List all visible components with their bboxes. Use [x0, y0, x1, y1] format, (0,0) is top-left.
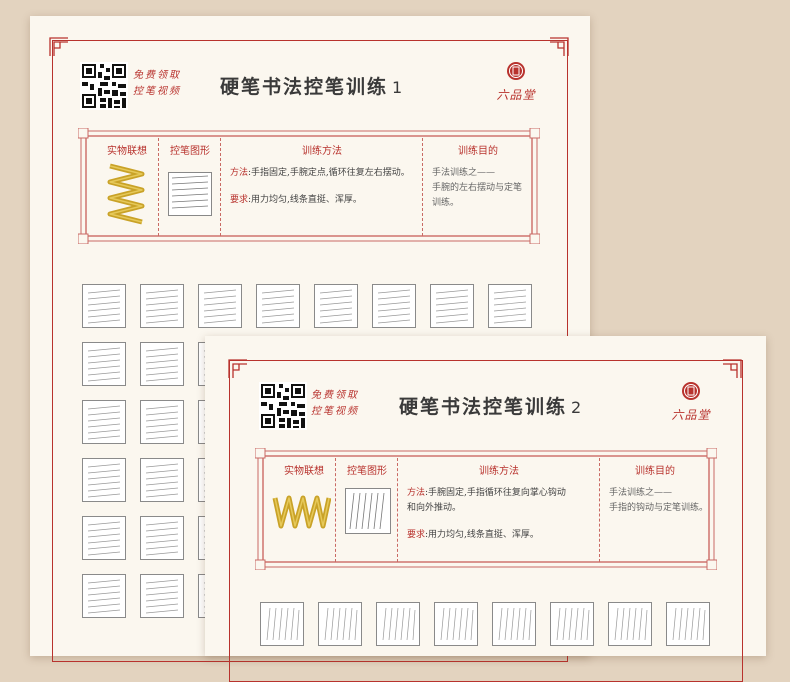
practice-box — [488, 284, 532, 328]
column-divider — [397, 458, 398, 562]
method-text-block: 方法:手指固定,手腕定点,循环往复左右摆动。 要求:用力均匀,线条直挺、浑厚。 — [230, 166, 420, 208]
purpose-line: 手法训练之—— — [432, 168, 496, 178]
practice-box — [82, 516, 126, 560]
practice-box — [140, 574, 184, 618]
column-divider — [422, 138, 423, 236]
require-text: :用力均匀,线条直挺、浑厚。 — [248, 195, 362, 205]
brand-logo: 六品堂 — [492, 60, 540, 102]
practice-box — [82, 400, 126, 444]
practice-box — [430, 284, 474, 328]
practice-box — [314, 284, 358, 328]
method-text: :手指固定,手腕定点,循环往复左右摆动。 — [248, 168, 410, 178]
brand-logo: 六品堂 — [667, 380, 715, 422]
zigzag-spring-icon — [272, 495, 331, 529]
stroke-shape-sample — [168, 172, 212, 216]
purpose-line: 手指的钩动与定笔训练。 — [609, 503, 709, 513]
corner-ornament-icon — [723, 359, 742, 378]
brand-name: 六品堂 — [671, 408, 711, 422]
practice-box — [376, 602, 420, 646]
instruction-table: 实物联想 控笔图形 训练方法 训练目的 方法:手腕固定,手指循环往复向掌心钩动 … — [255, 448, 717, 570]
qr-caption-line1: 免费领取 — [311, 390, 359, 401]
title-text: 硬笔书法控笔训练 — [220, 76, 389, 98]
practice-box — [82, 574, 126, 618]
purpose-text-block: 手法训练之—— 手腕的左右摆动与定笔 训练。 — [432, 166, 532, 211]
practice-box — [256, 284, 300, 328]
title-number: 1 — [392, 78, 405, 97]
brand-seal-icon — [682, 382, 700, 400]
purpose-line: 手法训练之—— — [609, 488, 673, 498]
practice-box — [140, 458, 184, 502]
purpose-line: 手腕的左右摆动与定笔 — [432, 183, 523, 193]
practice-box — [140, 516, 184, 560]
header-purpose: 训练目的 — [458, 146, 498, 157]
qr-caption-line2: 控笔视频 — [311, 406, 359, 417]
column-divider — [220, 138, 221, 236]
instruction-table: 实物联想 控笔图形 训练方法 训练目的 方法:手指固定,手腕定点,循环往复左右摆… — [78, 128, 540, 244]
header-method: 训练方法 — [302, 146, 342, 157]
header-object: 实物联想 — [107, 146, 147, 157]
brand-name: 六品堂 — [496, 88, 536, 102]
practice-box — [140, 400, 184, 444]
practice-box — [140, 284, 184, 328]
title-number: 2 — [571, 398, 584, 417]
header-purpose: 训练目的 — [635, 466, 675, 477]
require-label: 要求 — [407, 530, 426, 540]
corner-ornament-icon — [228, 359, 247, 378]
practice-box — [198, 284, 242, 328]
purpose-line: 训练。 — [432, 198, 460, 208]
practice-box — [492, 602, 536, 646]
brand-seal-icon — [507, 62, 525, 80]
qr-caption: 免费领取 控笔视频 — [311, 388, 359, 420]
title-text: 硬笔书法控笔训练 — [399, 396, 568, 418]
zigzag-spring-icon — [107, 163, 145, 225]
qr-caption-line1: 免费领取 — [133, 70, 181, 81]
page-title: 硬笔书法控笔训练 1 — [220, 72, 404, 99]
practice-sheet-2: 免费领取 控笔视频 硬笔书法控笔训练 2 六品堂 实物联想 控笔图形 训练方法 训… — [205, 336, 766, 682]
method-text: 和向外推动。 — [407, 503, 462, 513]
qr-caption: 免费领取 控笔视频 — [133, 68, 181, 100]
column-divider — [335, 458, 336, 562]
practice-box — [82, 458, 126, 502]
corner-ornament-icon — [49, 37, 68, 56]
purpose-text-block: 手法训练之—— 手指的钩动与定笔训练。 — [609, 486, 713, 516]
method-label: 方法 — [407, 488, 426, 498]
method-label: 方法 — [230, 168, 249, 178]
practice-box — [140, 342, 184, 386]
header-object: 实物联想 — [284, 466, 324, 477]
stroke-shape-sample — [345, 488, 391, 534]
practice-box — [434, 602, 478, 646]
qr-code-icon[interactable] — [80, 62, 128, 110]
qr-caption-line2: 控笔视频 — [133, 86, 181, 97]
practice-box — [82, 284, 126, 328]
page-title: 硬笔书法控笔训练 2 — [399, 392, 583, 419]
corner-ornament-icon — [550, 37, 569, 56]
header-method: 训练方法 — [479, 466, 519, 477]
practice-box — [666, 602, 710, 646]
header-shape: 控笔图形 — [170, 146, 210, 157]
column-divider — [158, 138, 159, 236]
method-text: :手腕固定,手指循环往复向掌心钩动 — [425, 488, 566, 498]
practice-box — [372, 284, 416, 328]
practice-box — [260, 602, 304, 646]
method-text-block: 方法:手腕固定,手指循环往复向掌心钩动 和向外推动。 要求:用力均匀,线条直挺、… — [407, 486, 597, 543]
require-label: 要求 — [230, 195, 249, 205]
practice-box — [82, 342, 126, 386]
header-shape: 控笔图形 — [347, 466, 387, 477]
column-divider — [599, 458, 600, 562]
practice-box — [318, 602, 362, 646]
require-text: :用力均匀,线条直挺、浑厚。 — [425, 530, 539, 540]
practice-box — [608, 602, 652, 646]
qr-code-icon[interactable] — [259, 382, 307, 430]
practice-box — [550, 602, 594, 646]
